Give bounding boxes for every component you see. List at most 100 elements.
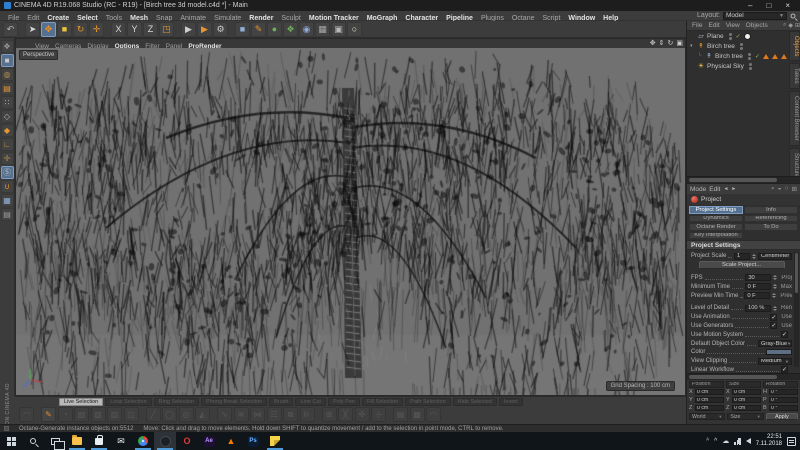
attribute-tab-project-settings[interactable]: Project Settings xyxy=(689,206,743,214)
brush-tool-icon[interactable]: ╳ xyxy=(338,407,353,422)
spline-pen-icon[interactable]: ✎ xyxy=(251,22,266,37)
tray-chevron-icon[interactable]: ^ xyxy=(714,438,717,445)
polygon-mode-icon[interactable]: ◆ xyxy=(1,124,14,137)
visibility-dots[interactable] xyxy=(740,43,743,50)
lock-icon[interactable]: ◒ xyxy=(778,185,782,193)
attribute-tab-info[interactable]: Info xyxy=(744,206,798,214)
brush-tool-icon[interactable]: ⋈ xyxy=(250,407,265,422)
brush-tool-icon[interactable]: ∿ xyxy=(217,407,232,422)
cinema4d-taskbar-icon[interactable] xyxy=(154,432,176,450)
color-swatch[interactable] xyxy=(766,349,792,355)
palette-tab-ring-selection[interactable]: Ring Selection xyxy=(154,398,199,406)
coord-value[interactable]: 0 cm xyxy=(695,397,724,404)
coordinate-system-dropdown[interactable]: World▼ xyxy=(689,413,725,420)
viewport[interactable]: ViewCamerasDisplayOptionsFilterPanelProR… xyxy=(15,38,686,396)
coord-value[interactable]: 0 cm xyxy=(732,397,761,404)
brush-tool-icon[interactable]: ⧉ xyxy=(283,407,298,422)
attribute-tab-octane-render[interactable]: Octane Render xyxy=(689,223,743,231)
workplane-icon[interactable]: ▦ xyxy=(1,194,14,207)
om-menu-objects[interactable]: Objects xyxy=(744,22,770,29)
tray-people-icon[interactable]: ᴬ xyxy=(706,438,709,444)
add-icon[interactable]: ⊞ xyxy=(795,22,800,29)
field-stepper[interactable] xyxy=(752,253,756,260)
palette-tab-live-selection[interactable]: Live Selection xyxy=(59,398,103,406)
object-row[interactable]: ▱Plane✓ xyxy=(687,31,800,41)
floor-environment-icon[interactable]: ▦ xyxy=(315,22,330,37)
object-name[interactable]: Physical Sky xyxy=(707,63,744,70)
chrome-icon[interactable] xyxy=(132,432,154,450)
brush-tool-icon[interactable]: ◫ xyxy=(124,407,139,422)
om-menu-view[interactable]: View xyxy=(724,22,742,29)
brush-tool-icon[interactable]: ≋ xyxy=(234,407,249,422)
field-stepper[interactable] xyxy=(773,274,777,281)
workplane-mode-icon[interactable]: ▤ xyxy=(1,82,14,95)
snap-icon[interactable]: Ⓢ xyxy=(1,166,14,179)
brush-tool-icon[interactable]: ╱ xyxy=(146,407,161,422)
brush-tool-icon[interactable]: ◭ xyxy=(195,407,210,422)
material-chip[interactable] xyxy=(744,33,751,40)
point-mode-icon[interactable]: ∷ xyxy=(1,96,14,109)
field-dropdown[interactable]: Gray-Blue▼ xyxy=(758,340,792,347)
brush-tool-icon[interactable]: ✣ xyxy=(355,407,370,422)
texture-mode-icon[interactable]: ◍ xyxy=(1,68,14,81)
brush-tool-icon[interactable]: ◔ xyxy=(58,407,73,422)
coord-value[interactable]: 0 cm xyxy=(732,389,761,396)
coord-value[interactable]: 0 cm xyxy=(732,405,761,412)
subdivision-surface-icon[interactable]: ● xyxy=(267,22,282,37)
brush-tool-icon[interactable]: ◠ xyxy=(19,407,34,422)
brush-tool-icon[interactable]: ⊪ xyxy=(300,407,315,422)
camera-icon[interactable]: ▣ xyxy=(331,22,346,37)
coord-value[interactable]: 0 cm xyxy=(695,405,724,412)
size-mode-dropdown[interactable]: Size▼ xyxy=(727,413,763,420)
object-row[interactable]: └↟Birch tree✓ xyxy=(687,51,800,61)
field-value[interactable]: 100 % xyxy=(745,305,771,312)
volume-icon[interactable] xyxy=(746,438,751,444)
brush-tool-icon[interactable]: ◯ xyxy=(162,407,177,422)
new-panel-icon[interactable]: ⊞ xyxy=(792,185,797,193)
edge-mode-icon[interactable]: ◇ xyxy=(1,110,14,123)
enable-axis-icon[interactable]: ✛ xyxy=(1,152,14,165)
file-explorer-icon[interactable] xyxy=(66,432,88,450)
attribute-hscrollbar[interactable] xyxy=(687,373,800,380)
coord-value[interactable]: 0 ° xyxy=(769,389,798,396)
taskbar-search-icon[interactable] xyxy=(22,432,44,450)
photoshop-icon[interactable]: Ps xyxy=(242,432,264,450)
make-editable-icon[interactable]: ❖ xyxy=(1,40,14,53)
field-stepper[interactable] xyxy=(773,305,777,312)
array-generator-icon[interactable]: ❖ xyxy=(283,22,298,37)
vlc-icon[interactable]: ▲ xyxy=(220,432,242,450)
palette-tab-brush[interactable]: Brush xyxy=(269,398,293,406)
field-value[interactable]: 1 xyxy=(734,253,750,260)
brush-tool-icon[interactable]: ◎ xyxy=(179,407,194,422)
tray-clock[interactable]: 22:51 7.11.2018 xyxy=(756,434,782,449)
onedrive-cloud-icon[interactable]: ☁ xyxy=(722,437,729,445)
coord-value[interactable]: 0 ° xyxy=(769,405,798,412)
start-button[interactable] xyxy=(0,432,22,450)
camera-label[interactable]: Perspective xyxy=(19,50,58,60)
minimize-button[interactable]: – xyxy=(748,1,752,10)
am-menu-edit[interactable]: Edit xyxy=(709,186,720,193)
model-mode-icon[interactable]: ■ xyxy=(1,54,14,67)
palette-tab-poly-pen[interactable]: Poly Pen xyxy=(328,398,360,406)
action-center-icon[interactable] xyxy=(787,437,796,446)
checkbox[interactable]: ✓ xyxy=(770,322,777,329)
maximize-button[interactable]: □ xyxy=(766,1,771,10)
rotate-view-icon[interactable]: ↻ xyxy=(668,40,674,47)
close-button[interactable]: × xyxy=(785,1,790,10)
object-row[interactable]: ☀Physical Sky xyxy=(687,61,800,71)
attribute-tab-to-do[interactable]: To Do xyxy=(744,223,798,231)
filter-icon[interactable]: ⌕ xyxy=(783,22,786,29)
toggle-view-icon[interactable]: ▣ xyxy=(676,40,683,47)
apply-button[interactable]: Apply xyxy=(766,413,798,420)
brush-tool-icon[interactable]: ⊞ xyxy=(322,407,337,422)
coord-header-size[interactable]: Size xyxy=(726,381,761,388)
coord-header-rotation[interactable]: Rotation xyxy=(763,381,798,388)
interface-search-icon[interactable] xyxy=(791,13,796,18)
undo-icon[interactable]: ↶ xyxy=(3,22,18,37)
light-icon[interactable]: ○ xyxy=(347,22,362,37)
enable-check-icon[interactable]: ✓ xyxy=(755,53,760,60)
palette-tab-hide-selected[interactable]: Hide Selected xyxy=(453,398,497,406)
after-effects-icon[interactable]: Ae xyxy=(198,432,220,450)
palette-tab-phong-break-selection[interactable]: Phong Break Selection xyxy=(201,398,267,406)
field-value[interactable]: 30 xyxy=(745,274,771,281)
